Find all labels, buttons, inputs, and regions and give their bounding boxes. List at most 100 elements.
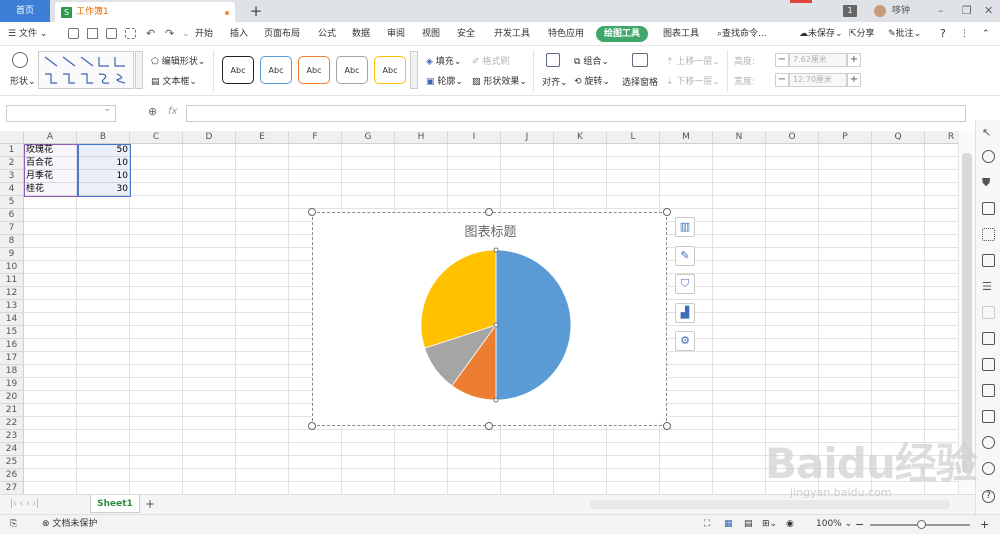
undo-icon[interactable]: ↶ (146, 22, 155, 46)
fill-button[interactable]: ◈ 填充⌄ (426, 54, 461, 67)
page-layout-view-icon[interactable]: ▤ (744, 515, 753, 534)
row-header-25[interactable]: 25 (0, 456, 24, 469)
zoom-formula-icon[interactable]: ⊕ (148, 105, 157, 118)
shape-style-2[interactable]: Abc (260, 56, 292, 84)
height-decrease-button[interactable]: − (775, 53, 789, 67)
row-header-21[interactable]: 21 (0, 404, 24, 417)
slice-handle-1[interactable] (493, 247, 499, 253)
shape-icon[interactable] (12, 52, 28, 68)
command-search[interactable]: ⌕查找命令... (717, 22, 767, 46)
column-header-b[interactable]: B (77, 131, 130, 144)
cell-b2[interactable]: 10 (78, 157, 131, 170)
cell-a3[interactable]: 月季花 (26, 170, 53, 183)
column-header-m[interactable]: M (660, 131, 713, 144)
cell-b4[interactable]: 30 (78, 183, 131, 196)
cursor-icon[interactable]: ↖ (982, 126, 995, 139)
shape-style-3[interactable]: Abc (298, 56, 330, 84)
pie-slice-1[interactable] (495, 249, 572, 401)
row-header-3[interactable]: 3 (0, 170, 24, 183)
chart-elements-icon[interactable]: ▥ (675, 217, 695, 237)
row-header-17[interactable]: 17 (0, 352, 24, 365)
menu-special-apps[interactable]: 特色应用 (548, 22, 584, 46)
eye-protection-icon[interactable]: ◉ (786, 515, 794, 534)
height-field[interactable]: 7.62厘米 (789, 53, 847, 67)
row-header-8[interactable]: 8 (0, 235, 24, 248)
row-header-4[interactable]: 4 (0, 183, 24, 196)
column-header-g[interactable]: G (342, 131, 395, 144)
formula-input[interactable] (186, 105, 966, 122)
user-name[interactable]: 哆钟 (892, 0, 910, 22)
row-header-27[interactable]: 27 (0, 482, 24, 494)
shapes-panel-icon[interactable] (982, 150, 995, 163)
resize-handle-nw[interactable] (308, 208, 316, 216)
close-icon[interactable]: ✕ (984, 0, 993, 22)
row-header-13[interactable]: 13 (0, 300, 24, 313)
column-header-r[interactable]: R (925, 131, 958, 144)
column-header-f[interactable]: F (289, 131, 342, 144)
row-header-14[interactable]: 14 (0, 313, 24, 326)
menu-data[interactable]: 数据 (352, 22, 370, 46)
scroll-thumb[interactable] (962, 153, 972, 473)
slice-handle-2[interactable] (493, 322, 499, 328)
tab-home[interactable]: 首页 (0, 0, 50, 22)
redo-icon[interactable]: ↷ (165, 22, 174, 46)
compass-icon[interactable] (982, 436, 995, 449)
paint-bucket-icon[interactable]: ⛊ (982, 176, 995, 189)
zoom-out-button[interactable]: − (855, 515, 864, 534)
tab-document[interactable]: S 工作簿1 (55, 2, 235, 22)
chart-filter-icon[interactable]: ⛉ (675, 274, 695, 294)
cell-a2[interactable]: 百合花 (26, 157, 53, 170)
column-header-o[interactable]: O (766, 131, 819, 144)
archive-icon[interactable] (982, 384, 995, 397)
export-icon[interactable] (982, 358, 995, 371)
column-header-p[interactable]: P (819, 131, 872, 144)
row-header-7[interactable]: 7 (0, 222, 24, 235)
selection-pane-icon[interactable] (632, 53, 648, 67)
cell-b1[interactable]: 50 (78, 144, 131, 157)
textbox-button[interactable]: ▤ 文本框⌄ (151, 74, 197, 87)
menu-developer[interactable]: 开发工具 (494, 22, 530, 46)
cell-b3[interactable]: 10 (78, 170, 131, 183)
page-break-view-icon[interactable]: ⊞⌄ (762, 515, 777, 534)
row-header-26[interactable]: 26 (0, 469, 24, 482)
row-header-9[interactable]: 9 (0, 248, 24, 261)
column-header-i[interactable]: I (448, 131, 501, 144)
new-tab-button[interactable]: + (246, 0, 266, 22)
group-button[interactable]: ⧉ 组合⌄ (574, 54, 609, 67)
row-header-2[interactable]: 2 (0, 157, 24, 170)
row-header-16[interactable]: 16 (0, 339, 24, 352)
row-header-19[interactable]: 19 (0, 378, 24, 391)
column-header-e[interactable]: E (236, 131, 289, 144)
menu-view[interactable]: 视图 (422, 22, 440, 46)
add-sheet-button[interactable]: + (145, 495, 155, 513)
sheet-nav-arrows[interactable]: |‹ ‹ › ›| (10, 495, 39, 513)
resize-handle-n[interactable] (485, 208, 493, 216)
row-header-20[interactable]: 20 (0, 391, 24, 404)
menu-page-layout[interactable]: 页面布局 (264, 22, 300, 46)
row-header-1[interactable]: 1 (0, 144, 24, 157)
edit-shape-button[interactable]: ⬠ 编辑形状⌄ (151, 54, 205, 67)
row-header-10[interactable]: 10 (0, 261, 24, 274)
sheet-tab-sheet1[interactable]: Sheet1 (90, 495, 140, 513)
file-menu[interactable]: ☰ 文件 ⌄ (8, 22, 47, 46)
selection-pane-button[interactable]: 选择窗格 (622, 75, 658, 88)
restore-icon[interactable]: ❐ (962, 0, 972, 22)
rotate-button[interactable]: ⟲ 旋转⌄ (574, 74, 610, 87)
normal-view-icon[interactable]: ▦ (724, 515, 733, 534)
minimize-icon[interactable]: – (938, 0, 944, 22)
cell-a4[interactable]: 桂花 (26, 183, 44, 196)
image-icon[interactable] (982, 410, 995, 423)
chart-panel-icon[interactable] (982, 254, 995, 267)
zoom-slider-knob[interactable] (917, 520, 926, 529)
column-header-j[interactable]: J (501, 131, 554, 144)
window-count-badge[interactable]: 1 (843, 5, 857, 17)
column-header-d[interactable]: D (183, 131, 236, 144)
shape-style-1[interactable]: Abc (222, 56, 254, 84)
resize-handle-se[interactable] (663, 422, 671, 430)
menu-review[interactable]: 审阅 (387, 22, 405, 46)
protection-status[interactable]: ⊗ 文档未保护 (42, 515, 97, 534)
menu-insert[interactable]: 插入 (230, 22, 248, 46)
row-header-18[interactable]: 18 (0, 365, 24, 378)
shape-style-5[interactable]: Abc (374, 56, 406, 84)
status-icon[interactable]: ⎘ (10, 515, 17, 534)
